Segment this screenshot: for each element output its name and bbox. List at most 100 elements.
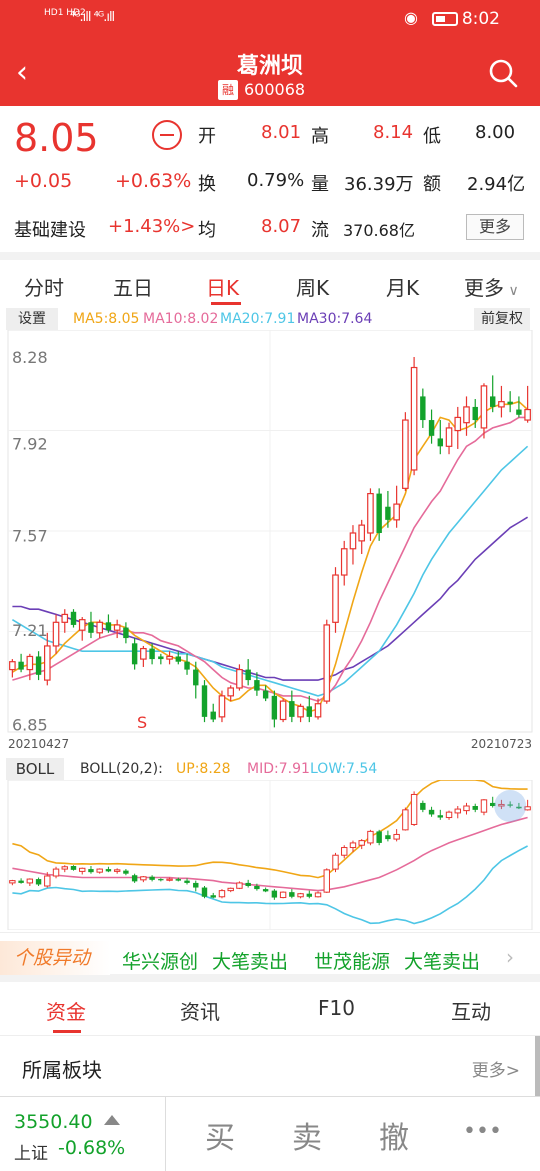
settings-button[interactable]: 设置 — [6, 308, 58, 330]
info-tabs: 资金 资讯 F10 互动 — [0, 990, 540, 1036]
boll-chart[interactable] — [0, 780, 540, 930]
price-change-pct: +0.63% — [115, 170, 192, 192]
boll-candle-body — [393, 833, 400, 840]
kline-chart[interactable]: 8.28 7.92 7.57 7.21 6.85 20210427 20210723 S — [0, 330, 540, 754]
ma10-label: MA10:8.02 — [143, 311, 219, 327]
tab-daily-k[interactable]: 日K — [206, 272, 239, 301]
cancel-order-button[interactable]: 撤 — [379, 1113, 409, 1157]
boll-mid-label: MID:7.91 — [247, 761, 310, 777]
index-name: 上证 — [14, 1144, 48, 1164]
candle-body — [402, 419, 409, 489]
x-start-label: 20210427 — [8, 737, 69, 751]
boll-candle-body — [210, 895, 216, 898]
tab-news[interactable]: 资讯 — [180, 996, 220, 1025]
candle-body — [52, 621, 60, 647]
candle-body — [306, 706, 313, 717]
tab-funds[interactable]: 资金 — [46, 996, 86, 1025]
boll-candle-body — [201, 887, 208, 897]
ticker-item[interactable]: 华兴源创 — [122, 947, 198, 974]
boll-candle-body — [158, 879, 164, 881]
candle-body — [262, 690, 269, 699]
candle-body — [201, 685, 208, 717]
tab-underline — [211, 302, 241, 305]
candle-body — [18, 661, 24, 670]
tab-interaction[interactable]: 互动 — [451, 996, 491, 1025]
boll-candle-body — [341, 847, 348, 856]
boll-candle-body — [175, 879, 182, 881]
tab-f10[interactable]: F10 — [318, 996, 355, 1020]
sector-name[interactable]: 基础建设 — [14, 216, 86, 242]
boll-candle-body — [271, 890, 278, 898]
scrollbar[interactable] — [535, 1036, 540, 1096]
amount-value: 2.94亿 — [467, 174, 526, 195]
ticker-item[interactable]: 大笔卖出 — [404, 947, 480, 974]
candle-body — [358, 524, 366, 542]
boll-candle-body — [245, 882, 251, 886]
section-more-link[interactable]: 更多> — [472, 1056, 520, 1081]
movement-ticker[interactable]: 个股异动 华兴源创 大笔卖出 世茂能源 大笔卖出 › — [0, 932, 540, 982]
adjust-button[interactable]: 前复权 — [474, 308, 530, 330]
boll-candle-body — [367, 830, 374, 844]
search-icon[interactable] — [488, 58, 518, 88]
candle-body — [314, 703, 322, 718]
tab-more[interactable]: 更多 ∨ — [464, 272, 519, 301]
tab-monthly-k[interactable]: 月K — [386, 272, 419, 301]
index-value[interactable]: 3550.40 — [14, 1111, 93, 1133]
tab-intraday[interactable]: 分时 — [24, 272, 64, 301]
boll-candle-body — [254, 886, 260, 890]
open-value: 8.01 — [261, 122, 302, 143]
chevron-right-icon[interactable]: › — [506, 945, 514, 969]
boll-button[interactable]: BOLL — [6, 758, 64, 780]
boll-candle-body — [131, 875, 138, 882]
candle-body — [367, 493, 374, 534]
tab-weekly-k[interactable]: 周K — [296, 272, 329, 301]
float-label: 流 — [311, 220, 329, 241]
boll-candle-body — [279, 891, 287, 899]
candle-body — [218, 695, 226, 718]
candle-body — [26, 655, 34, 671]
more-actions-button[interactable]: ••• — [463, 1119, 502, 1144]
boll-candle-body — [61, 866, 68, 870]
boll-candle-body — [236, 882, 243, 889]
boll-candle-body — [18, 880, 24, 883]
divider — [165, 1097, 166, 1171]
tab-five-day[interactable]: 五日 — [113, 272, 153, 301]
candle-body — [175, 656, 182, 662]
candle-body — [480, 385, 488, 429]
last-price: 8.05 — [14, 116, 99, 160]
ticker-item[interactable]: 大笔卖出 — [212, 947, 288, 974]
boll-candle-body — [385, 835, 391, 840]
boll-low-label: LOW:7.54 — [310, 761, 378, 777]
more-quote-button[interactable]: 更多 — [466, 214, 524, 240]
candle-body — [385, 506, 391, 520]
app-header: HD1 HD2 ⁴ᴳ.ıll ⁴ᴳ.ıll ◉ 8:02 ‹ 葛洲坝 融 600… — [0, 0, 540, 106]
boll-param-label: BOLL(20,2): — [80, 761, 163, 777]
candle-body — [113, 624, 121, 631]
tab-underline — [53, 1030, 81, 1033]
candle-body — [227, 687, 235, 697]
sector-change[interactable]: +1.43%> — [108, 216, 195, 237]
ticker-item[interactable]: 世茂能源 — [314, 947, 390, 974]
boll-candle-body — [227, 887, 234, 892]
sell-button[interactable]: 卖 — [292, 1113, 322, 1157]
candle-body — [463, 406, 470, 424]
x-end-label: 20210723 — [471, 737, 532, 751]
remove-watchlist-button[interactable] — [152, 120, 182, 150]
boll-candle-body — [123, 870, 129, 874]
buy-button[interactable]: 买 — [205, 1113, 235, 1157]
arrow-up-icon[interactable] — [104, 1115, 120, 1125]
boll-candle-body — [445, 811, 453, 819]
candle-body — [131, 643, 138, 665]
movement-badge: 个股异动 — [0, 941, 110, 975]
ma20-label: MA20:7.91 — [220, 311, 296, 327]
candle-body — [271, 695, 278, 720]
battery-icon — [432, 12, 458, 26]
sell-signal-marker: S — [137, 713, 147, 732]
candle-body — [35, 656, 42, 675]
candle-body — [245, 669, 251, 681]
candle-body — [489, 396, 496, 407]
period-tabs: 分时 五日 日K 周K 月K 更多 ∨ — [0, 252, 540, 306]
candle-body — [210, 711, 216, 720]
boll-candle-body — [26, 878, 34, 884]
turnover-value: 0.79% — [247, 170, 305, 191]
